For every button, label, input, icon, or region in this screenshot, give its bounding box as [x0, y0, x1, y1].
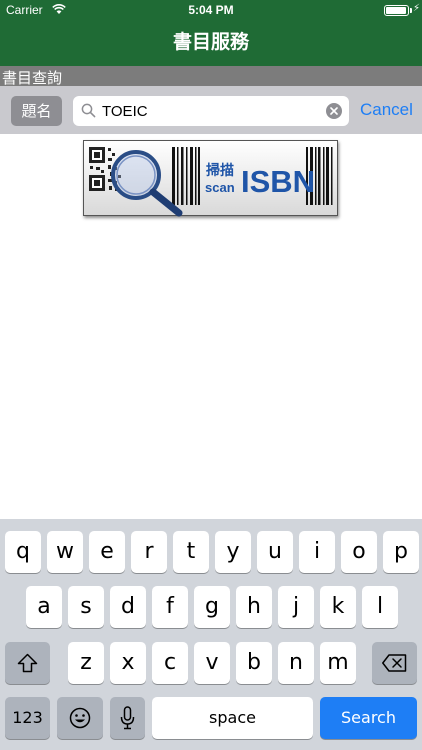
key-y[interactable]: y: [215, 531, 251, 573]
backspace-key[interactable]: [372, 642, 417, 684]
key-l[interactable]: l: [362, 586, 398, 628]
page-title: 書目服務: [172, 31, 249, 53]
search-scope-button[interactable]: 題名: [11, 96, 62, 126]
search-field[interactable]: [73, 96, 349, 126]
key-a[interactable]: a: [26, 586, 62, 628]
key-e[interactable]: e: [89, 531, 125, 573]
key-s[interactable]: s: [68, 586, 104, 628]
key-n[interactable]: n: [278, 642, 314, 684]
microphone-icon: [120, 706, 135, 730]
key-p[interactable]: p: [383, 531, 419, 573]
battery-tip: [410, 8, 412, 13]
scan-isbn-button[interactable]: 掃描 scan ISBN: [83, 140, 338, 217]
emoji-key[interactable]: [57, 697, 103, 739]
key-g[interactable]: g: [194, 586, 230, 628]
space-key[interactable]: space: [152, 697, 313, 739]
key-b[interactable]: b: [236, 642, 272, 684]
nav-bar: 書目服務: [0, 20, 422, 66]
clock: 5:04 PM: [188, 3, 234, 17]
key-o[interactable]: o: [341, 531, 377, 573]
magnifier-icon: [81, 103, 96, 118]
section-header: 書目查詢: [0, 66, 422, 87]
key-f[interactable]: f: [152, 586, 188, 628]
section-title: 書目查詢: [2, 69, 63, 87]
dictation-key[interactable]: [110, 697, 145, 739]
key-k[interactable]: k: [320, 586, 356, 628]
key-m[interactable]: m: [320, 642, 356, 684]
shift-icon: [17, 653, 38, 673]
charging-icon: ⚡: [413, 3, 421, 14]
key-d[interactable]: d: [110, 586, 146, 628]
search-bar: 題名 Cancel: [0, 86, 422, 134]
status-bar: Carrier 5:04 PM ⚡: [0, 0, 422, 20]
shift-key[interactable]: [5, 642, 50, 684]
key-h[interactable]: h: [236, 586, 272, 628]
scan-label-chinese: 掃描: [206, 162, 234, 179]
key-z[interactable]: z: [68, 642, 104, 684]
backspace-icon: [382, 654, 407, 672]
key-j[interactable]: j: [278, 586, 314, 628]
emoji-icon: [69, 707, 91, 729]
clear-icon[interactable]: [326, 103, 342, 119]
key-t[interactable]: t: [173, 531, 209, 573]
battery-icon: [384, 5, 409, 16]
key-w[interactable]: w: [47, 531, 83, 573]
scan-magnifier-icon: [111, 150, 183, 217]
search-key[interactable]: Search: [320, 697, 417, 739]
key-u[interactable]: u: [257, 531, 293, 573]
key-v[interactable]: v: [194, 642, 230, 684]
cancel-button[interactable]: Cancel: [360, 100, 413, 120]
scan-label-english: scan: [205, 180, 235, 195]
key-i[interactable]: i: [299, 531, 335, 573]
key-c[interactable]: c: [152, 642, 188, 684]
isbn-label: ISBN: [241, 164, 315, 199]
keyboard: qwertyuiop asdfghjkl zxcvbnm 123 space S…: [0, 519, 422, 750]
search-input[interactable]: [102, 100, 322, 122]
key-x[interactable]: x: [110, 642, 146, 684]
numbers-key[interactable]: 123: [5, 697, 50, 739]
key-r[interactable]: r: [131, 531, 167, 573]
key-q[interactable]: q: [5, 531, 41, 573]
